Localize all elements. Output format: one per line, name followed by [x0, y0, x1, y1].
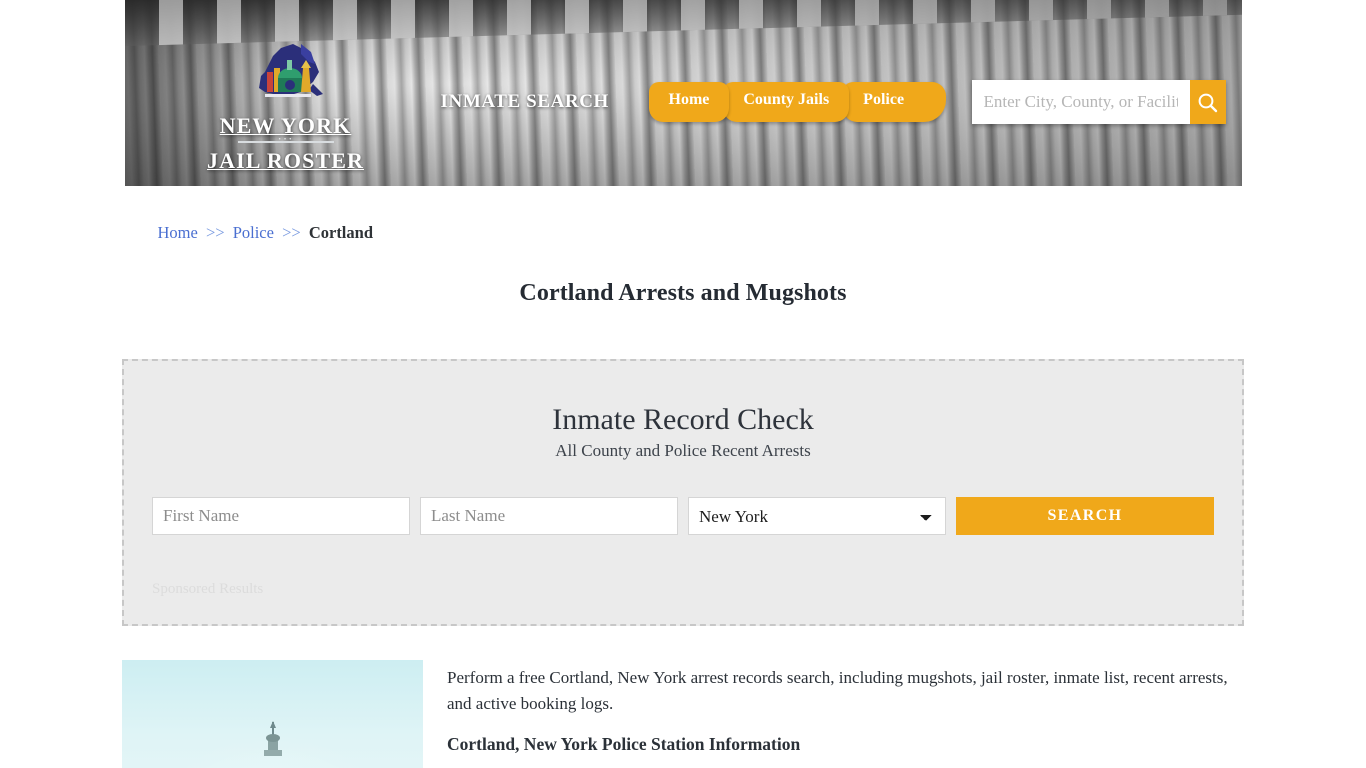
search-icon [1198, 93, 1218, 112]
nav-item-home[interactable]: Home [648, 82, 730, 122]
inmate-record-check-panel: Inmate Record Check All County and Polic… [122, 359, 1244, 626]
content-text: Perform a free Cortland, New York arrest… [447, 660, 1244, 768]
breadcrumb-item-current: Cortland [308, 223, 373, 242]
breadcrumb-separator-1: >> [205, 223, 225, 242]
nav-item-police[interactable]: Police [843, 82, 947, 122]
content-section: Perform a free Cortland, New York arrest… [122, 660, 1244, 768]
header-search-box [971, 80, 1226, 124]
site-tagline: INMATE SEARCH [440, 91, 609, 112]
breadcrumb-item-police[interactable]: Police [233, 223, 274, 242]
header-search-button[interactable] [1189, 80, 1226, 124]
record-check-form: New York SEARCH [152, 497, 1214, 535]
capitol-dome-icon [263, 721, 282, 756]
content-paragraph: Perform a free Cortland, New York arrest… [447, 668, 1228, 713]
first-name-input[interactable] [152, 497, 410, 535]
new-york-state-logo-icon [258, 44, 323, 97]
page-root: NEW YORK JAIL ROSTER INMATE SEARCH Home … [0, 0, 1366, 768]
header-search-input[interactable] [971, 80, 1190, 124]
breadcrumb-item-home[interactable]: Home [158, 223, 198, 242]
logo-divider [237, 140, 334, 143]
record-check-search-button[interactable]: SEARCH [956, 497, 1214, 535]
site-logo[interactable]: NEW YORK JAIL ROSTER [181, 38, 391, 173]
main-navigation: Home County Jails Police [648, 82, 947, 122]
state-select[interactable]: New York [688, 497, 946, 535]
record-check-title: Inmate Record Check [552, 403, 814, 436]
last-name-input[interactable] [420, 497, 678, 535]
content-photo [122, 660, 423, 768]
site-header: NEW YORK JAIL ROSTER INMATE SEARCH Home … [124, 0, 1242, 186]
page-title: Cortland Arrests and Mugshots [519, 280, 847, 306]
sponsored-results-label: Sponsored Results [152, 581, 264, 597]
breadcrumb-separator-2: >> [282, 223, 301, 242]
logo-line-2: JAIL ROSTER [207, 147, 364, 173]
breadcrumb: Home >> Police >> Cortland [125, 186, 1242, 243]
record-check-subtitle: All County and Police Recent Arrests [555, 441, 811, 460]
nav-item-county-jails[interactable]: County Jails [723, 82, 850, 122]
content-section-heading: Cortland, New York Police Station Inform… [447, 734, 801, 754]
